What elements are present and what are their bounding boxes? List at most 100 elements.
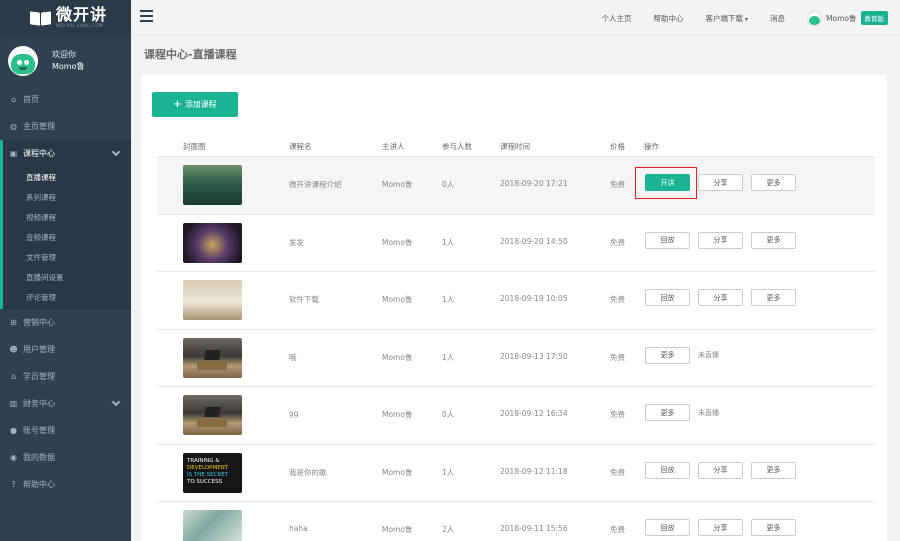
sidebar-item-student-manage[interactable]: ⌂ 学员管理 xyxy=(0,363,131,390)
course-name[interactable]: haha xyxy=(289,524,308,533)
course-name[interactable]: 哦 xyxy=(289,352,297,363)
top-link-personal-home[interactable]: 个人主页 xyxy=(602,13,632,24)
page-title: 课程中心-直播课程 xyxy=(144,48,237,61)
brand-name: 微开讲 xyxy=(56,5,108,24)
bar-chart-icon: ▥ xyxy=(9,399,18,408)
row-actions: 回放 分享 更多 xyxy=(645,289,804,306)
menu-toggle-icon[interactable] xyxy=(140,10,153,22)
submenu-item-video-courses[interactable]: 视频课程 xyxy=(3,207,131,227)
sidebar-item-course-center[interactable]: ▣ 课程中心 xyxy=(0,140,131,167)
column-header-cover: 封面图 xyxy=(183,142,206,151)
course-cover-image[interactable] xyxy=(183,280,242,320)
course-count: 1人 xyxy=(442,352,455,362)
submenu-item-file-manage[interactable]: 文件管理 xyxy=(3,247,131,267)
sidebar-item-label: 财务中心 xyxy=(23,399,55,408)
submenu-item-live-room-settings[interactable]: 直播间设置 xyxy=(3,267,131,287)
sidebar-item-label: 账号管理 xyxy=(23,426,55,435)
course-speaker: Momo鲁 xyxy=(382,180,413,189)
more-button[interactable]: 更多 xyxy=(751,174,796,191)
sidebar-item-marketing[interactable]: ⊞ 营销中心 xyxy=(0,309,131,336)
more-button[interactable]: 更多 xyxy=(751,461,796,479)
course-name[interactable]: 发发 xyxy=(289,237,304,248)
column-header-speaker: 主讲人 xyxy=(382,142,405,151)
top-link-label: 客户端下载 xyxy=(705,13,744,23)
more-button[interactable]: 更多 xyxy=(751,289,796,306)
table-row[interactable]: 发发 Momo鲁 1人 2018-09-20 14:50 免费 回放 分享 更多 xyxy=(157,213,875,272)
course-submenu: 直播课程 系列课程 视频课程 音频课程 文件管理 直播间设置 评论管理 xyxy=(0,167,131,309)
sidebar-item-user-manage[interactable]: ☻ 用户管理 xyxy=(0,336,131,363)
course-cover-image[interactable] xyxy=(183,222,242,263)
course-cover-image[interactable] xyxy=(183,510,242,541)
not-live-status: 未直播 xyxy=(698,351,719,359)
more-button[interactable]: 更多 xyxy=(751,231,796,249)
table-row[interactable]: gg Momo鲁 0人 2018-09-12 16:34 免费 更多 未直播 xyxy=(157,386,875,444)
table-row[interactable]: 哦 Momo鲁 1人 2018-09-13 17:50 免费 更多 未直播 xyxy=(157,328,875,387)
sidebar-item-homepage-manage[interactable]: ◍ 主页管理 xyxy=(0,113,131,140)
course-count: 0人 xyxy=(442,180,455,189)
share-button[interactable]: 分享 xyxy=(698,519,743,536)
column-header-name: 课程名 xyxy=(289,142,312,151)
row-actions: 更多 未直播 xyxy=(645,346,727,364)
replay-button[interactable]: 回放 xyxy=(645,519,690,536)
course-price: 免费 xyxy=(610,467,625,477)
table-row[interactable]: 微开讲课程介绍 Momo鲁 0人 2018-09-20 17:21 免费 开讲 … xyxy=(157,156,875,214)
course-cover-image[interactable] xyxy=(183,165,242,205)
course-time: 2018-09-20 17:21 xyxy=(500,179,568,188)
sidebar: 微开讲 WEI KAI JIANG.COM 欢迎你 Momo鲁 ⌂ 首页 ◍ 主页管… xyxy=(0,0,131,541)
course-speaker: Momo鲁 xyxy=(382,410,413,419)
sidebar-item-label: 首页 xyxy=(23,95,39,104)
course-speaker: Momo鲁 xyxy=(382,237,413,247)
top-user-menu[interactable]: Momo鲁 教育版 xyxy=(807,10,888,26)
sidebar-item-label: 我的数据 xyxy=(23,453,55,462)
more-button[interactable]: 更多 xyxy=(751,519,796,536)
course-cover-image[interactable] xyxy=(183,337,242,378)
replay-button[interactable]: 回放 xyxy=(645,231,690,249)
table-row[interactable]: haha Momo鲁 2人 2018-09-11 15:56 免费 回放 分享 … xyxy=(157,501,875,541)
top-link-client-download[interactable]: 客户端下载 ▾ xyxy=(706,13,749,24)
content-panel: + 添加课程 封面图 课程名 主讲人 参与人数 课程时间 价格 操作 微开讲课程介… xyxy=(141,75,887,541)
share-button[interactable]: 分享 xyxy=(698,231,743,249)
submenu-item-audio-courses[interactable]: 音频课程 xyxy=(3,227,131,247)
submenu-item-comment-manage[interactable]: 评论管理 xyxy=(3,287,131,307)
more-button[interactable]: 更多 xyxy=(645,346,690,364)
column-header-count: 参与人数 xyxy=(442,142,472,151)
table-row[interactable]: 软件下载 Momo鲁 1人 2018-09-19 10:05 免费 回放 分享 … xyxy=(157,271,875,329)
course-speaker: Momo鲁 xyxy=(382,525,413,534)
course-name[interactable]: 微开讲课程介绍 xyxy=(289,179,342,190)
share-button[interactable]: 分享 xyxy=(698,289,743,306)
row-actions: 更多 未直播 xyxy=(645,404,727,421)
sidebar-item-account[interactable]: ● 账号管理 xyxy=(0,417,131,444)
cover-text-line: TRAINING & xyxy=(187,457,220,464)
brand[interactable]: 微开讲 WEI KAI JIANG.COM xyxy=(0,0,131,36)
highlight-box xyxy=(635,167,697,199)
course-cover-image[interactable] xyxy=(183,395,242,435)
top-link-help[interactable]: 帮助中心 xyxy=(654,13,684,24)
course-time: 2018-09-13 17:50 xyxy=(500,351,568,361)
sidebar-item-home[interactable]: ⌂ 首页 xyxy=(0,86,131,113)
share-button[interactable]: 分享 xyxy=(698,174,743,191)
question-icon: ? xyxy=(11,480,16,489)
course-name[interactable]: 我是你的歌 xyxy=(289,467,327,478)
more-button[interactable]: 更多 xyxy=(645,404,690,421)
course-name[interactable]: gg xyxy=(289,409,299,418)
table-row[interactable]: TRAINING & DEVELOPMENT IS THE SECRET TO … xyxy=(157,443,875,502)
add-course-button[interactable]: + 添加课程 xyxy=(152,92,238,117)
submenu-item-live-courses[interactable]: 直播课程 xyxy=(3,167,131,187)
course-name[interactable]: 软件下载 xyxy=(289,294,319,305)
submenu-item-series-courses[interactable]: 系列课程 xyxy=(3,187,131,207)
globe-icon: ◍ xyxy=(10,122,17,131)
sidebar-item-finance[interactable]: ▥ 财务中心 xyxy=(0,390,131,417)
sidebar-item-help[interactable]: ? 帮助中心 xyxy=(0,471,131,498)
database-icon: ◉ xyxy=(10,453,17,462)
course-speaker: Momo鲁 xyxy=(382,352,413,362)
profile-greeting: 欢迎你 xyxy=(52,50,76,59)
avatar[interactable] xyxy=(8,46,38,76)
share-button[interactable]: 分享 xyxy=(698,461,743,479)
top-link-messages[interactable]: 消息 xyxy=(770,13,785,24)
sidebar-item-my-data[interactable]: ◉ 我的数据 xyxy=(0,444,131,471)
replay-button[interactable]: 回放 xyxy=(645,289,690,306)
course-cover-image[interactable]: TRAINING & DEVELOPMENT IS THE SECRET TO … xyxy=(183,452,242,493)
replay-button[interactable]: 回放 xyxy=(645,461,690,479)
course-count: 1人 xyxy=(442,237,455,247)
graduation-cap-icon: ⌂ xyxy=(10,372,17,381)
